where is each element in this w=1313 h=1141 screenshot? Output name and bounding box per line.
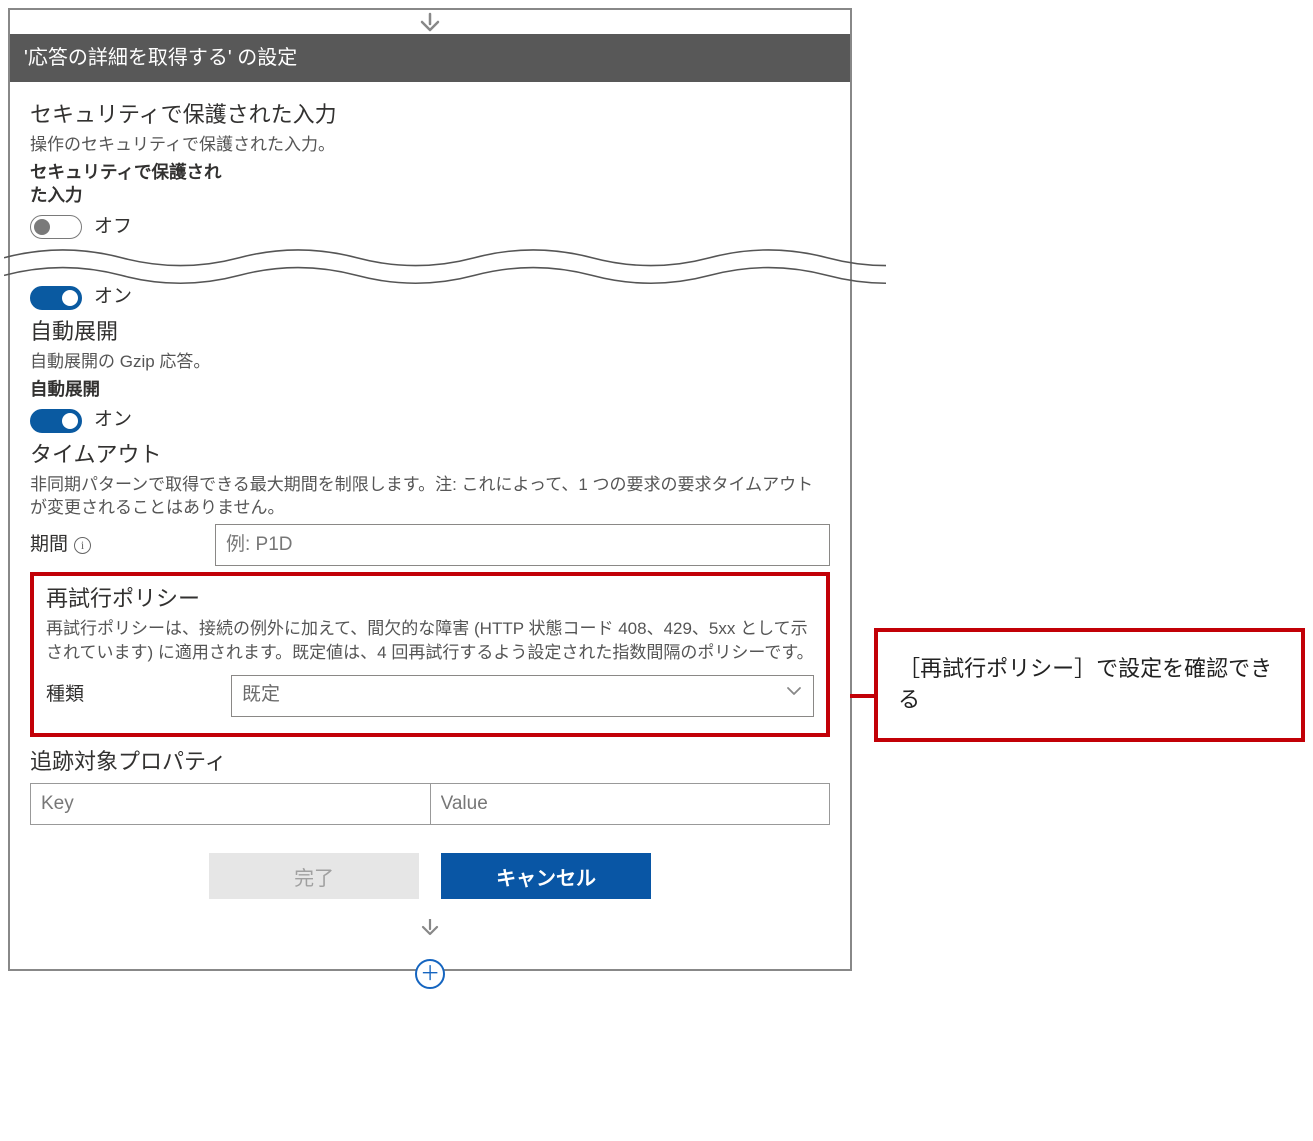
annotation-callout: ［再試行ポリシー］で設定を確認できる bbox=[874, 628, 1305, 742]
retry-policy-section: 再試行ポリシー 再試行ポリシーは、接続の例外に加えて、間欠的な障害 (HTTP … bbox=[30, 572, 830, 736]
timeout-title: タイムアウト bbox=[30, 440, 830, 471]
secure-input-toggle[interactable] bbox=[30, 215, 82, 239]
auto-expand-toggle-label: オン bbox=[94, 407, 132, 434]
auto-expand-title: 自動展開 bbox=[30, 317, 830, 348]
retry-title: 再試行ポリシー bbox=[46, 584, 814, 615]
secure-input-field-label: セキュリティで保護された入力 bbox=[30, 161, 230, 208]
secure-input-title: セキュリティで保護された入力 bbox=[30, 100, 830, 131]
omitted-content-icon bbox=[6, 246, 854, 278]
timeout-input[interactable] bbox=[215, 524, 830, 566]
settings-panel: '応答の詳細を取得する' の設定 セキュリティで保護された入力 操作のセキュリテ… bbox=[8, 8, 852, 971]
auto-expand-field-label: 自動展開 bbox=[30, 378, 830, 402]
timeout-label: 期間 bbox=[30, 532, 68, 559]
secure-input-toggle-label: オフ bbox=[94, 214, 132, 241]
info-icon[interactable]: i bbox=[74, 537, 91, 554]
callout-text: ［再試行ポリシー］で設定を確認できる bbox=[898, 656, 1272, 712]
flow-arrow-in-icon bbox=[10, 10, 850, 34]
panel-header: '応答の詳細を取得する' の設定 bbox=[10, 34, 850, 82]
add-step-button[interactable]: ＋ bbox=[415, 959, 445, 989]
done-button[interactable]: 完了 bbox=[209, 853, 419, 899]
flow-connector-bottom: ＋ bbox=[10, 919, 850, 969]
secure-input-desc: 操作のセキュリティで保護された入力。 bbox=[30, 133, 830, 157]
panel-title: '応答の詳細を取得する' の設定 bbox=[24, 47, 297, 69]
timeout-desc: 非同期パターンで取得できる最大期間を制限します。注: これによって、1 つの要求… bbox=[30, 473, 830, 521]
cancel-button[interactable]: キャンセル bbox=[441, 853, 651, 899]
retry-desc: 再試行ポリシーは、接続の例外に加えて、間欠的な障害 (HTTP 状態コード 40… bbox=[46, 617, 814, 665]
retry-type-label: 種類 bbox=[46, 682, 84, 709]
auto-expand-desc: 自動展開の Gzip 応答。 bbox=[30, 350, 830, 374]
tracked-value-input[interactable] bbox=[430, 783, 831, 825]
tracked-props-title: 追跡対象プロパティ bbox=[30, 747, 830, 778]
async-pattern-toggle-label: オン bbox=[94, 284, 132, 311]
auto-expand-toggle[interactable] bbox=[30, 409, 82, 433]
chevron-down-icon bbox=[785, 682, 803, 709]
tracked-key-input[interactable] bbox=[30, 783, 430, 825]
retry-type-value: 既定 bbox=[242, 682, 785, 709]
callout-connector-line bbox=[850, 694, 878, 698]
retry-type-select[interactable]: 既定 bbox=[231, 675, 814, 717]
async-pattern-toggle[interactable] bbox=[30, 286, 82, 310]
